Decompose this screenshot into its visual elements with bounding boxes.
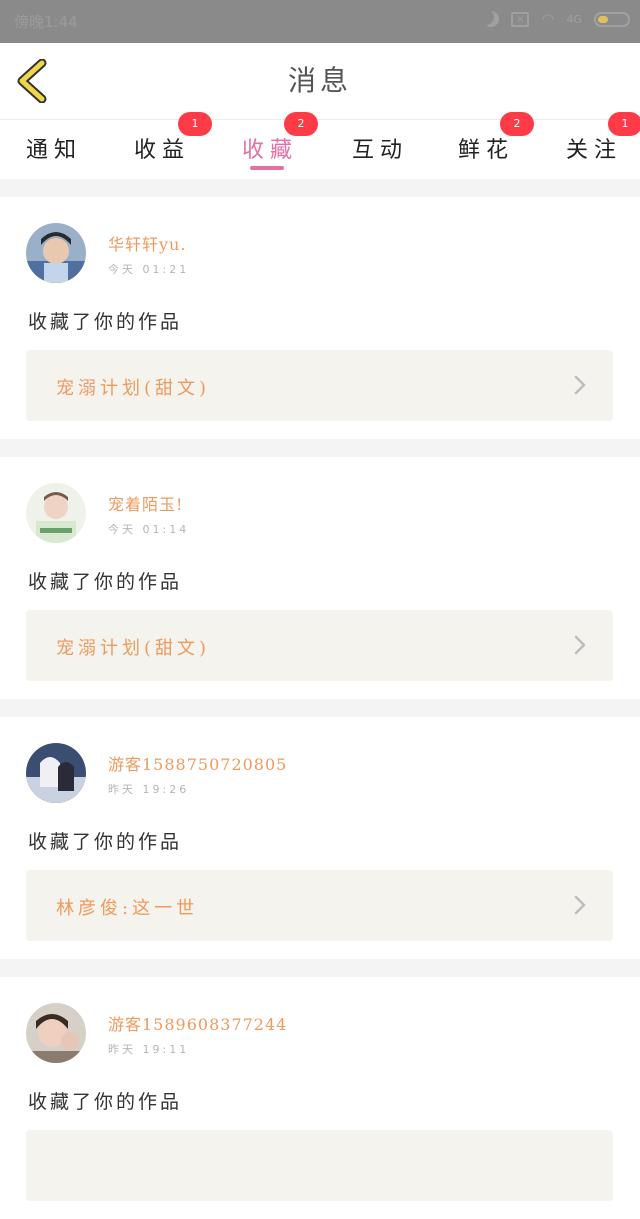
chevron-right-icon — [574, 375, 586, 395]
tab-badge: 2 — [500, 112, 534, 136]
user-name[interactable]: 宠着陌玉! — [108, 491, 183, 515]
back-arrow-icon — [17, 58, 47, 104]
action-text: 收藏了你的作品 — [28, 571, 183, 593]
tab-label: 通知 — [26, 138, 83, 163]
action-text: 收藏了你的作品 — [28, 1091, 183, 1113]
tab-badge: 1 — [608, 112, 640, 136]
avatar[interactable] — [26, 483, 86, 543]
avatar[interactable] — [26, 1003, 86, 1063]
battery-icon — [594, 11, 630, 27]
message-time: 昨天 19:26 — [108, 783, 190, 796]
work-link[interactable]: 宠溺计划(甜文) — [26, 350, 613, 421]
network-label: 4G — [566, 12, 582, 26]
tab-label: 鲜花 — [458, 138, 515, 163]
work-title: 林彦俊:这一世 — [56, 898, 199, 919]
message-time: 今天 01:14 — [108, 523, 190, 536]
work-title: 宠溺计划(甜文) — [56, 378, 211, 399]
header: 消息 — [0, 43, 640, 119]
tab-label: 关注 — [566, 138, 623, 163]
sim-icon: × — [511, 11, 530, 27]
work-link[interactable]: 宠溺计划(甜文) — [26, 610, 613, 681]
status-time: 傍晚1:44 — [14, 13, 78, 31]
message-card: 游客1588750720805 昨天 19:26 收藏了你的作品 林彦俊:这一世 — [0, 717, 640, 959]
message-card: 华轩轩yu. 今天 01:21 收藏了你的作品 宠溺计划(甜文) — [0, 197, 640, 439]
work-link[interactable]: 林彦俊:这一世 — [26, 870, 613, 941]
tab-badge: 2 — [284, 112, 318, 136]
back-button[interactable] — [14, 58, 54, 104]
message-time: 昨天 19:11 — [108, 1043, 190, 1056]
moon-icon — [483, 11, 499, 27]
work-link[interactable] — [26, 1130, 613, 1201]
tab-label: 互动 — [352, 138, 409, 163]
status-icons: × ◠ 4G — [483, 10, 630, 28]
action-text: 收藏了你的作品 — [28, 831, 183, 853]
chevron-right-icon — [574, 635, 586, 655]
message-card: 游客1589608377244 昨天 19:11 收藏了你的作品 — [0, 977, 640, 1219]
tab-badge: 1 — [178, 112, 212, 136]
tab-bar: 通知 收益 1 收藏 2 互动 鲜花 2 关注 1 — [0, 112, 640, 179]
user-name[interactable]: 游客1589608377244 — [108, 1011, 287, 1035]
action-text: 收藏了你的作品 — [28, 311, 183, 333]
work-title: 宠溺计划(甜文) — [56, 638, 211, 659]
chevron-right-icon — [574, 895, 586, 915]
wifi-icon: ◠ — [541, 10, 555, 28]
status-bar: 傍晚1:44 × ◠ 4G — [0, 0, 640, 43]
message-time: 今天 01:21 — [108, 263, 190, 276]
avatar[interactable] — [26, 743, 86, 803]
page-title: 消息 — [287, 64, 352, 97]
user-name[interactable]: 游客1588750720805 — [108, 751, 287, 775]
avatar[interactable] — [26, 223, 86, 283]
tab-label: 收益 — [134, 138, 191, 163]
tab-label: 收藏 — [242, 138, 299, 163]
active-tab-indicator — [250, 166, 284, 170]
user-name[interactable]: 华轩轩yu. — [108, 231, 186, 255]
message-card: 宠着陌玉! 今天 01:14 收藏了你的作品 宠溺计划(甜文) — [0, 457, 640, 699]
